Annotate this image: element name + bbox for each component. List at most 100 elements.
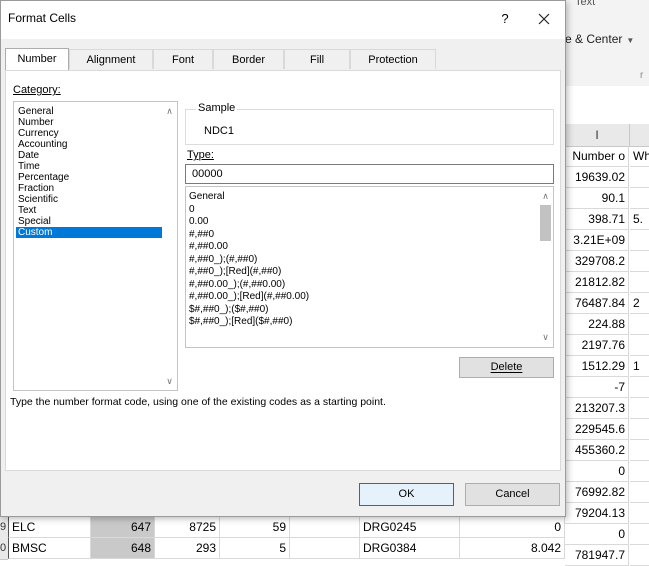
column-header-j[interactable] [630, 124, 649, 147]
column-j-cell[interactable] [630, 188, 649, 209]
chevron-down-icon[interactable]: ∨ [162, 374, 177, 389]
category-item-time[interactable]: Time [16, 161, 163, 172]
column-j-cell[interactable] [630, 482, 649, 503]
column-j-cell[interactable] [630, 524, 649, 545]
column-i-cell[interactable]: 213207.3 [565, 398, 629, 419]
row-header[interactable]: 0 [0, 538, 8, 560]
format-code-item[interactable]: #,##0_);[Red](#,##0) [189, 266, 281, 277]
column-i-cell[interactable]: 3.21E+09 [565, 230, 629, 251]
column-j-cell[interactable] [630, 503, 649, 524]
format-code-item[interactable]: $#,##0_);[Red]($#,##0) [189, 316, 292, 327]
format-code-item[interactable]: $#,##0_);($#,##0) [189, 304, 269, 315]
title-bar[interactable]: Format Cells ? [1, 1, 565, 39]
category-item-custom[interactable]: Custom [16, 227, 163, 238]
category-scrollbar[interactable]: ∧ ∨ [162, 102, 177, 390]
column-j-cell[interactable] [630, 167, 649, 188]
column-i-cell[interactable]: 781947.7 [565, 545, 629, 566]
cancel-button[interactable]: Cancel [465, 483, 560, 506]
column-j-cell[interactable] [630, 461, 649, 482]
column-j-cell[interactable] [630, 335, 649, 356]
format-code-item[interactable]: #,##0.00_);[Red](#,##0.00) [189, 291, 309, 302]
column-i-cell[interactable]: 79204.13 [565, 503, 629, 524]
column-i-cell[interactable]: 455360.2 [565, 440, 629, 461]
format-code-item[interactable]: #,##0_);(#,##0) [189, 254, 257, 265]
category-item-text[interactable]: Text [16, 205, 163, 216]
table-cell[interactable]: 293 [155, 538, 220, 559]
column-i-cell[interactable]: 21812.82 [565, 272, 629, 293]
category-item-percentage[interactable]: Percentage [16, 172, 163, 183]
table-cell[interactable]: 8.042 [460, 538, 565, 559]
category-item-fraction[interactable]: Fraction [16, 183, 163, 194]
table-cell[interactable]: 647 [91, 517, 155, 538]
column-i-cell[interactable]: 0 [565, 524, 629, 545]
column-j-cell[interactable]: 2 [630, 293, 649, 314]
category-item-number[interactable]: Number [16, 117, 163, 128]
help-button[interactable]: ? [495, 9, 515, 29]
tab-alignment[interactable]: Alignment [69, 49, 153, 69]
category-item-special[interactable]: Special [16, 216, 163, 227]
column-i-cell[interactable]: 90.1 [565, 188, 629, 209]
table-cell[interactable]: 5 [220, 538, 290, 559]
column-j-cell[interactable]: 1 [630, 356, 649, 377]
tab-number[interactable]: Number [5, 48, 69, 70]
table-cell[interactable]: DRG0384 [360, 538, 460, 559]
column-i-cell[interactable]: 2197.76 [565, 335, 629, 356]
format-code-item[interactable]: #,##0.00_);(#,##0.00) [189, 279, 285, 290]
formula-bar[interactable] [555, 86, 649, 107]
close-button[interactable] [532, 7, 556, 31]
column-i-cell[interactable]: 19639.02 [565, 167, 629, 188]
column-i-cell[interactable]: 329708.2 [565, 251, 629, 272]
table-cell[interactable]: ELC [8, 517, 91, 538]
type-input[interactable] [185, 164, 554, 184]
category-item-scientific[interactable]: Scientific [16, 194, 163, 205]
format-code-item[interactable]: 0.00 [189, 216, 208, 227]
table-cell[interactable]: BMSC [8, 538, 91, 559]
format-code-list[interactable]: General 0 0.00 #,##0 #,##0.00 #,##0_);(#,##0)… [185, 186, 554, 348]
column-i-cell[interactable]: Number o [565, 146, 629, 167]
table-cell[interactable]: 8725 [155, 517, 220, 538]
table-cell[interactable]: 0 [460, 517, 565, 538]
column-i-cell[interactable]: -7 [565, 377, 629, 398]
column-i-cell[interactable]: 76487.84 [565, 293, 629, 314]
column-i-cell[interactable]: 76992.82 [565, 482, 629, 503]
chevron-up-icon[interactable]: ∧ [538, 189, 553, 204]
column-j-cell[interactable]: 5. [630, 209, 649, 230]
table-cell[interactable]: 648 [91, 538, 155, 559]
column-j-cell[interactable] [630, 230, 649, 251]
format-code-item[interactable]: #,##0 [189, 229, 214, 240]
column-header-i[interactable]: I [565, 124, 630, 147]
tab-protection[interactable]: Protection [350, 49, 436, 69]
ok-button[interactable]: OK [359, 483, 454, 506]
column-i-cell[interactable]: 398.71 [565, 209, 629, 230]
table-cell[interactable] [290, 517, 360, 538]
category-item-date[interactable]: Date [16, 150, 163, 161]
table-cell[interactable] [290, 538, 360, 559]
column-i-cell[interactable]: 224.88 [565, 314, 629, 335]
table-cell[interactable]: DRG0245 [360, 517, 460, 538]
column-j-cell[interactable] [630, 545, 649, 566]
row-header[interactable]: 9 [0, 517, 8, 539]
tab-font[interactable]: Font [153, 49, 213, 69]
column-j-cell[interactable] [630, 314, 649, 335]
table-cell[interactable]: 59 [220, 517, 290, 538]
category-item-accounting[interactable]: Accounting [16, 139, 163, 150]
column-i-cell[interactable]: 0 [565, 461, 629, 482]
column-i-cell[interactable]: 229545.6 [565, 419, 629, 440]
format-code-item[interactable]: #,##0.00 [189, 241, 228, 252]
scroll-thumb[interactable] [540, 205, 551, 241]
column-j-cell[interactable] [630, 272, 649, 293]
category-item-general[interactable]: General [16, 106, 163, 117]
format-code-item[interactable]: General [189, 191, 225, 202]
merge-center-button[interactable]: e & Center ▼ [565, 32, 634, 46]
chevron-up-icon[interactable]: ∧ [162, 104, 177, 119]
category-list[interactable]: General Number Currency Accounting Date Time P… [13, 101, 178, 391]
column-i-cell[interactable]: 1512.29 [565, 356, 629, 377]
format-scrollbar[interactable]: ∧ ∨ [538, 187, 553, 347]
category-item-currency[interactable]: Currency [16, 128, 163, 139]
tab-border[interactable]: Border [213, 49, 284, 69]
column-j-cell[interactable]: Wh [630, 146, 649, 167]
format-code-item[interactable]: 0 [189, 204, 195, 215]
delete-button[interactable]: Delete [459, 357, 554, 378]
column-j-cell[interactable] [630, 419, 649, 440]
column-j-cell[interactable] [630, 377, 649, 398]
